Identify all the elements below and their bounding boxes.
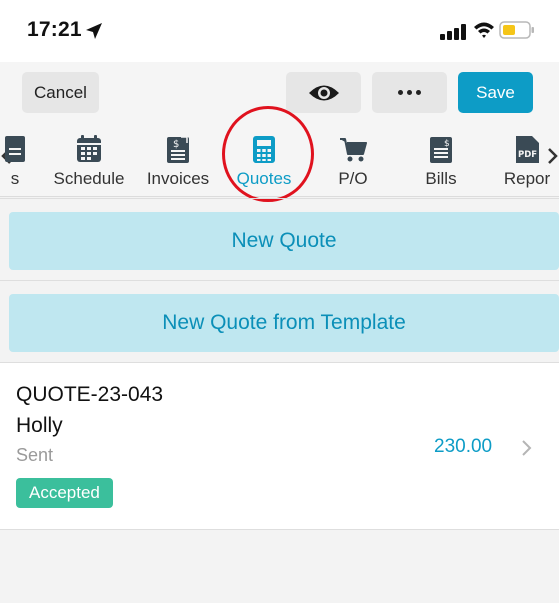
location-arrow-icon bbox=[86, 23, 102, 39]
svg-text:PDF: PDF bbox=[518, 150, 537, 160]
tab-purchase-orders[interactable]: P/O bbox=[308, 134, 398, 194]
bill-icon: $ bbox=[430, 137, 452, 163]
more-options-button[interactable] bbox=[372, 72, 447, 113]
svg-text:$: $ bbox=[173, 139, 179, 150]
wifi-icon bbox=[474, 22, 494, 38]
save-button[interactable]: Save bbox=[458, 72, 533, 113]
battery-icon bbox=[499, 21, 534, 39]
new-quote-from-template-button[interactable]: New Quote from Template bbox=[9, 294, 559, 352]
accepted-badge: Accepted bbox=[16, 478, 113, 508]
chevron-right-icon[interactable] bbox=[545, 146, 559, 166]
tab-label: Schedule bbox=[53, 169, 125, 188]
tab-label: P/O bbox=[338, 169, 368, 188]
eye-icon bbox=[308, 85, 339, 100]
pdf-icon: PDF bbox=[516, 136, 539, 163]
invoice-icon: $ bbox=[167, 136, 189, 163]
cellular-signal-icon bbox=[440, 24, 466, 40]
doc-dollar-icon bbox=[5, 136, 25, 162]
tab-label: s bbox=[10, 169, 20, 188]
quote-number: QUOTE-23-043 bbox=[16, 383, 164, 406]
tab-bills[interactable]: $ Bills bbox=[396, 134, 486, 194]
quote-list-item[interactable]: QUOTE-23-043 Holly Sent Accepted 230.00 bbox=[0, 363, 559, 530]
new-quote-button[interactable]: New Quote bbox=[9, 212, 559, 270]
chevron-right-icon bbox=[522, 440, 532, 456]
status-bar: 17:21 bbox=[0, 0, 559, 62]
tab-invoices[interactable]: $ Invoices bbox=[133, 134, 223, 194]
quote-amount: 230.00 bbox=[434, 436, 493, 457]
calendar-icon bbox=[77, 135, 101, 162]
quote-customer: Holly bbox=[16, 414, 63, 437]
tab-label: Bills bbox=[425, 169, 457, 188]
divider bbox=[0, 198, 559, 199]
divider bbox=[0, 280, 559, 281]
cart-icon bbox=[340, 138, 367, 162]
tab-schedule[interactable]: Schedule bbox=[44, 134, 134, 194]
highlight-circle bbox=[222, 106, 314, 202]
svg-text:$: $ bbox=[444, 139, 450, 149]
tab-label: Invoices bbox=[146, 169, 210, 188]
status-time: 17:21 bbox=[27, 18, 82, 41]
tab-label: Repor bbox=[503, 169, 551, 188]
preview-button[interactable] bbox=[286, 72, 361, 113]
cancel-button[interactable]: Cancel bbox=[22, 72, 99, 113]
quote-status: Sent bbox=[16, 445, 54, 465]
ellipsis-icon bbox=[398, 90, 421, 95]
